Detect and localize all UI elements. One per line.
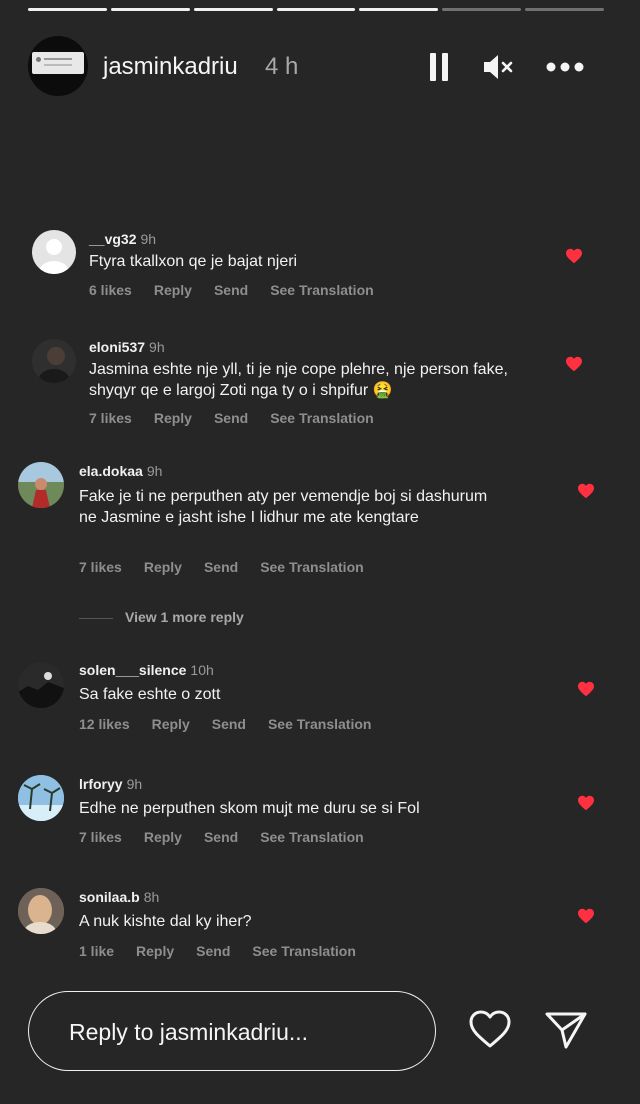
heart-outline-icon[interactable] (466, 1006, 514, 1054)
heart-filled-icon[interactable] (565, 356, 583, 372)
see-translation-button[interactable]: See Translation (270, 410, 373, 426)
send-button[interactable]: Send (212, 716, 246, 732)
send-button[interactable]: Send (214, 282, 248, 298)
paper-plane-icon[interactable] (542, 1006, 590, 1054)
comment-text: A nuk kishte dal ky iher? (79, 913, 252, 930)
comment-likes[interactable]: 7 likes (89, 410, 132, 426)
progress-segment (193, 8, 273, 11)
comment-username[interactable]: lrforyy (79, 776, 123, 792)
avatar[interactable] (28, 36, 88, 96)
comment-text: Sa fake eshte o zott (79, 686, 221, 703)
story-progress-bar (28, 8, 605, 12)
reply-button[interactable]: Reply (136, 943, 174, 959)
comment-avatar[interactable] (32, 339, 76, 383)
comment-username[interactable]: solen___silence (79, 662, 186, 678)
comment-text: Ftyra tkallxon qe je bajat njeri (89, 253, 298, 270)
see-translation-button[interactable]: See Translation (260, 559, 363, 575)
progress-segment (28, 8, 107, 11)
comment-username[interactable]: eloni537 (89, 339, 145, 355)
comment-time: 9h (140, 231, 157, 247)
comment-likes[interactable]: 7 likes (79, 829, 122, 845)
comment-username[interactable]: ela.dokaa (79, 463, 143, 479)
speaker-muted-icon[interactable] (480, 50, 516, 84)
comment-avatar[interactable] (32, 230, 76, 274)
reply-input[interactable] (67, 1014, 411, 1050)
story-username[interactable]: jasminkadriu (103, 53, 238, 81)
reply-button[interactable]: Reply (144, 829, 182, 845)
comment-time: 9h (149, 339, 165, 355)
pause-icon[interactable] (424, 50, 460, 84)
see-translation-button[interactable]: See Translation (270, 282, 373, 298)
comment-text: Fake je ti ne perputhen aty per vemendje… (79, 488, 488, 526)
comment-time: 8h (143, 889, 160, 905)
progress-segment (276, 8, 356, 11)
reply-button[interactable]: Reply (154, 282, 192, 298)
comment-time: 10h (190, 662, 214, 678)
heart-filled-icon[interactable] (577, 483, 595, 499)
reply-button[interactable]: Reply (144, 559, 182, 575)
comment-likes[interactable]: 12 likes (79, 716, 130, 732)
progress-segment (525, 8, 605, 11)
heart-filled-icon[interactable] (577, 908, 595, 924)
view-more-replies-button[interactable]: View 1 more reply (79, 609, 244, 625)
heart-filled-icon[interactable] (577, 795, 595, 811)
story-header: jasminkadriu 4 h (28, 36, 600, 98)
see-translation-button[interactable]: See Translation (260, 829, 363, 845)
heart-filled-icon[interactable] (577, 681, 595, 697)
comment-text: Edhe ne perputhen skom mujt me duru se s… (79, 800, 420, 817)
send-button[interactable]: Send (204, 829, 238, 845)
heart-filled-icon[interactable] (565, 248, 583, 264)
see-translation-button[interactable]: See Translation (268, 716, 371, 732)
reply-input-container[interactable] (28, 991, 436, 1071)
comment-likes[interactable]: 7 likes (79, 559, 122, 575)
send-button[interactable]: Send (204, 559, 238, 575)
story-time: 4 h (265, 53, 299, 80)
comment-time: 9h (126, 776, 143, 792)
comment-username[interactable]: sonilaa.b (79, 889, 140, 905)
reply-button[interactable]: Reply (154, 410, 192, 426)
comment-avatar[interactable] (18, 775, 64, 821)
reply-button[interactable]: Reply (152, 716, 190, 732)
send-button[interactable]: Send (196, 943, 230, 959)
progress-segment (359, 8, 439, 11)
send-button[interactable]: Send (214, 410, 248, 426)
see-translation-button[interactable]: See Translation (252, 943, 355, 959)
more-horizontal-icon[interactable] (544, 50, 584, 84)
progress-segment (442, 8, 522, 11)
progress-segment (110, 8, 190, 11)
comment-avatar[interactable] (18, 888, 64, 934)
comment-likes[interactable]: 1 like (79, 943, 114, 959)
comment-avatar[interactable] (18, 462, 64, 508)
comment-avatar[interactable] (18, 662, 64, 708)
comment-time: 9h (146, 463, 163, 479)
comment-likes[interactable]: 6 likes (89, 282, 132, 298)
comment-text: Jasmina eshte nje yll, ti je nje cope pl… (89, 361, 508, 399)
comment-username[interactable]: __vg32 (89, 231, 136, 247)
